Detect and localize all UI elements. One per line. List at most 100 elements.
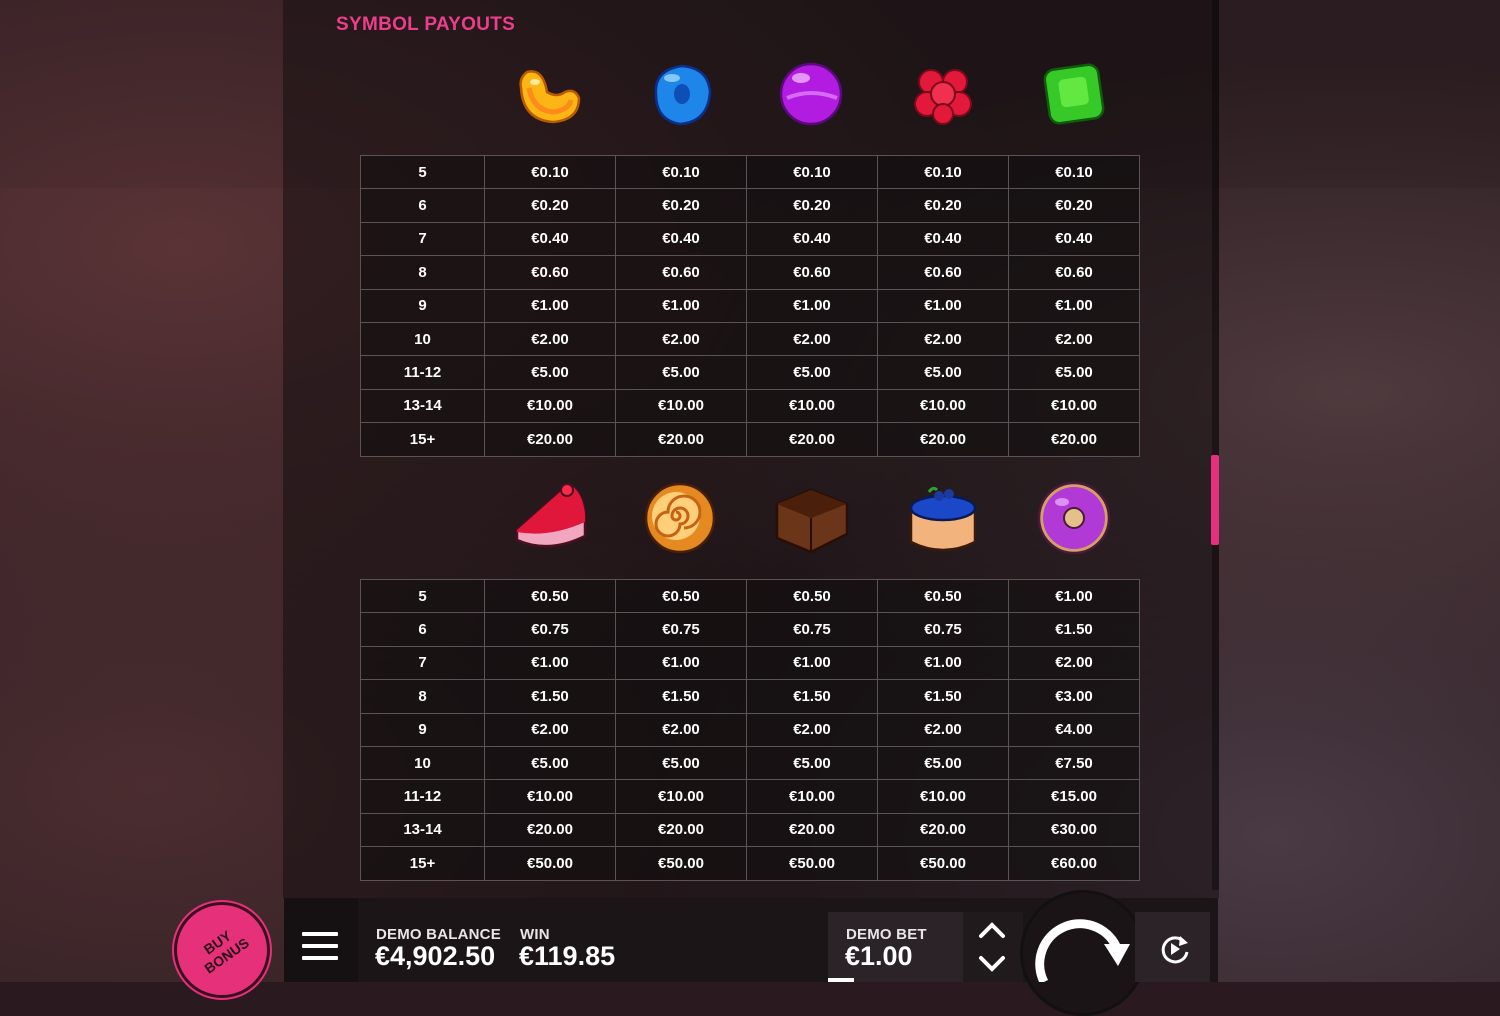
top-payout-row: 7 €0.40 €0.40 €0.40 €0.40 €0.40 xyxy=(360,221,1140,257)
symbol-count-cell: 15+ xyxy=(360,846,485,881)
payout-cell: €0.60 xyxy=(746,255,878,290)
symbol-count-cell: 5 xyxy=(360,154,485,190)
payout-cell: €1.00 xyxy=(1008,578,1140,614)
payout-cell: €0.60 xyxy=(615,255,747,290)
bottom-payout-row: 7 €1.00 €1.00 €1.00 €1.00 €2.00 xyxy=(360,645,1140,681)
bottom-payout-table: 5 €0.50 €0.50 €0.50 €0.50 €1.00 6 €0.75 €0.75 €0.… xyxy=(360,578,1140,881)
bottom-payout-row: 10 €5.00 €5.00 €5.00 €5.00 €7.50 xyxy=(360,745,1140,781)
payout-cell: €10.00 xyxy=(877,388,1009,424)
symbol-count-cell: 11-12 xyxy=(360,779,485,814)
payout-cell: €1.00 xyxy=(746,645,878,681)
symbol-count-cell: 13-14 xyxy=(360,812,485,848)
symbol-count-cell: 6 xyxy=(360,612,485,647)
symbol-count-cell: 6 xyxy=(360,188,485,223)
payout-cell: €0.10 xyxy=(877,154,1009,190)
payout-cell: €1.00 xyxy=(877,645,1009,681)
payout-cell: €5.00 xyxy=(877,745,1009,781)
autoplay-icon[interactable] xyxy=(1158,932,1192,966)
top-payout-row: 11-12 €5.00 €5.00 €5.00 €5.00 €5.00 xyxy=(360,355,1140,390)
payout-cell: €20.00 xyxy=(484,812,616,848)
payout-cell: €20.00 xyxy=(746,422,878,457)
symbol-count-cell: 10 xyxy=(360,745,485,781)
payout-cell: €0.20 xyxy=(877,188,1009,223)
top-payout-row: 15+ €20.00 €20.00 €20.00 €20.00 €20.00 xyxy=(360,422,1140,457)
spin-icon[interactable] xyxy=(1032,906,1132,982)
payout-cell: €20.00 xyxy=(615,422,747,457)
symbol-count-cell: 10 xyxy=(360,321,485,357)
payout-cell: €20.00 xyxy=(877,422,1009,457)
payout-cell: €2.00 xyxy=(877,712,1009,747)
blueberry-cake-icon xyxy=(877,478,1008,558)
buy-bonus-button[interactable]: BUY BONUS xyxy=(174,902,270,998)
menu-icon[interactable] xyxy=(302,932,338,962)
payout-cell: €0.60 xyxy=(484,255,616,290)
payout-cell: €0.50 xyxy=(484,578,616,614)
payout-cell: €0.20 xyxy=(484,188,616,223)
bottom-payout-row: 13-14 €20.00 €20.00 €20.00 €20.00 €30.00 xyxy=(360,812,1140,848)
symbol-count-cell: 9 xyxy=(360,712,485,747)
scroll-track[interactable] xyxy=(1212,0,1219,890)
symbol-count-cell: 5 xyxy=(360,578,485,614)
payout-cell: €0.40 xyxy=(484,221,616,257)
payout-cell: €1.50 xyxy=(877,679,1009,714)
payout-cell: €10.00 xyxy=(746,388,878,424)
bottom-symbol-row xyxy=(483,478,1140,558)
payout-cell: €0.40 xyxy=(877,221,1009,257)
payout-cell: €0.50 xyxy=(877,578,1009,614)
bottom-payout-row: 5 €0.50 €0.50 €0.50 €0.50 €1.00 xyxy=(360,578,1140,614)
bet-increase-icon[interactable] xyxy=(978,920,1006,940)
bet-decrease-icon[interactable] xyxy=(978,954,1006,974)
scrollbar-thumb[interactable] xyxy=(1211,455,1219,545)
payout-cell: €20.00 xyxy=(1008,422,1140,457)
brownie-icon xyxy=(746,478,877,558)
top-payout-table: 5 €0.10 €0.10 €0.10 €0.10 €0.10 6 €0.20 €0.20 €0.… xyxy=(360,154,1140,457)
symbol-count-cell: 8 xyxy=(360,679,485,714)
payout-cell: €5.00 xyxy=(1008,355,1140,390)
bet-underline xyxy=(828,978,854,982)
top-payout-row: 6 €0.20 €0.20 €0.20 €0.20 €0.20 xyxy=(360,188,1140,223)
swiss-roll-icon xyxy=(614,478,745,558)
payout-cell: €15.00 xyxy=(1008,779,1140,814)
red-raspberry-candy-icon xyxy=(877,54,1008,134)
payout-cell: €4.00 xyxy=(1008,712,1140,747)
cake-slice-icon xyxy=(483,478,614,558)
payout-cell: €0.20 xyxy=(746,188,878,223)
payout-cell: €5.00 xyxy=(484,745,616,781)
payout-cell: €1.50 xyxy=(746,679,878,714)
payout-cell: €1.50 xyxy=(484,679,616,714)
payout-cell: €2.00 xyxy=(746,712,878,747)
payout-cell: €50.00 xyxy=(877,846,1009,881)
payout-cell: €2.00 xyxy=(615,712,747,747)
symbol-count-cell: 7 xyxy=(360,645,485,681)
symbol-count-cell: 9 xyxy=(360,288,485,323)
payout-cell: €3.00 xyxy=(1008,679,1140,714)
payout-cell: €1.00 xyxy=(1008,288,1140,323)
payout-cell: €1.00 xyxy=(615,645,747,681)
payout-cell: €2.00 xyxy=(1008,645,1140,681)
symbol-count-cell: 13-14 xyxy=(360,388,485,424)
payout-cell: €20.00 xyxy=(484,422,616,457)
symbol-count-cell: 15+ xyxy=(360,422,485,457)
top-payout-row: 10 €2.00 €2.00 €2.00 €2.00 €2.00 xyxy=(360,321,1140,357)
payout-cell: €10.00 xyxy=(615,779,747,814)
payout-cell: €10.00 xyxy=(746,779,878,814)
payout-cell: €1.00 xyxy=(615,288,747,323)
payout-cell: €5.00 xyxy=(877,355,1009,390)
payout-cell: €10.00 xyxy=(484,779,616,814)
payout-cell: €20.00 xyxy=(615,812,747,848)
payout-cell: €0.10 xyxy=(746,154,878,190)
bottom-payout-row: 11-12 €10.00 €10.00 €10.00 €10.00 €15.00 xyxy=(360,779,1140,814)
payout-cell: €50.00 xyxy=(746,846,878,881)
payout-cell: €2.00 xyxy=(615,321,747,357)
payout-cell: €10.00 xyxy=(877,779,1009,814)
payout-cell: €50.00 xyxy=(615,846,747,881)
payout-cell: €0.60 xyxy=(1008,255,1140,290)
payout-cell: €0.40 xyxy=(1008,221,1140,257)
payout-cell: €5.00 xyxy=(746,745,878,781)
balance-value: €4,902.50 xyxy=(375,941,496,971)
payout-cell: €0.20 xyxy=(1008,188,1140,223)
purple-lollipop-candy-icon xyxy=(746,54,877,134)
orange-slice-candy-icon xyxy=(483,54,614,134)
payout-cell: €10.00 xyxy=(1008,388,1140,424)
payout-cell: €1.00 xyxy=(484,288,616,323)
